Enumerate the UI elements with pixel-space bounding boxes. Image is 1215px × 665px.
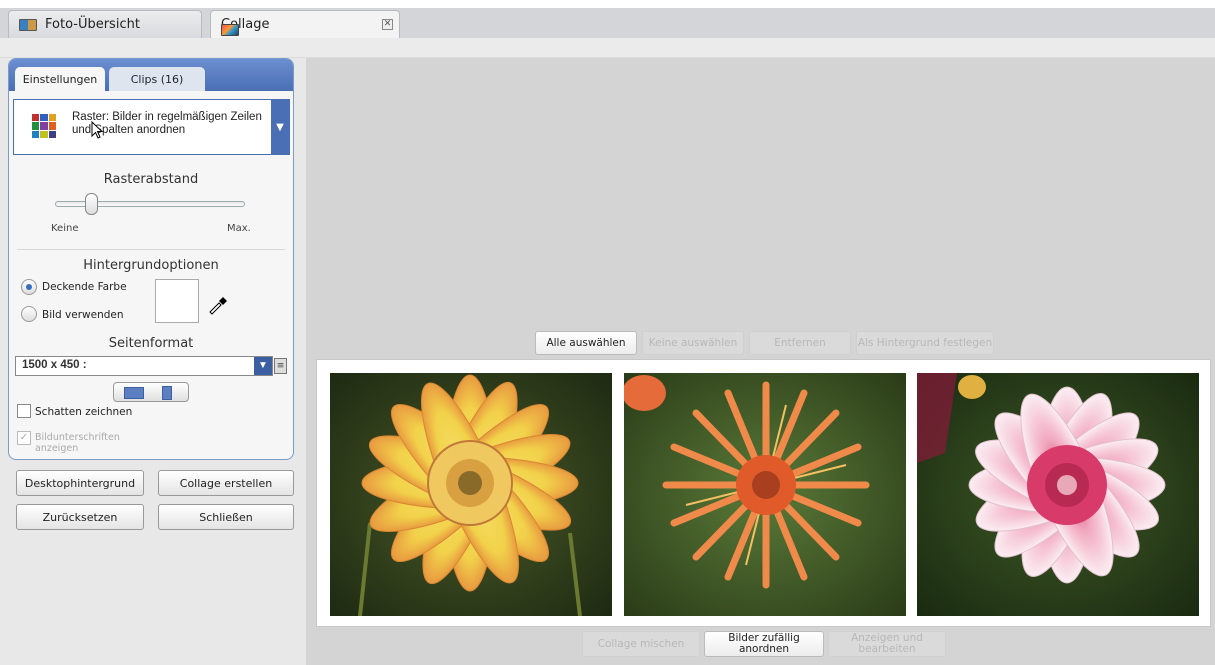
radio-solid-color[interactable]: [21, 279, 37, 295]
close-button[interactable]: Schließen: [158, 504, 294, 530]
radio-solid-color-label: Deckende Farbe: [42, 281, 127, 293]
tab-photo-overview-label: Foto-Übersicht: [45, 17, 140, 32]
document-tab-strip: Foto-Übersicht Collage ✕: [0, 0, 1215, 38]
captions-checkbox[interactable]: ✓: [17, 431, 31, 445]
shadow-checkbox-label: Schatten zeichnen: [35, 406, 133, 418]
create-collage-button[interactable]: Collage erstellen: [158, 470, 294, 496]
chevron-down-icon[interactable]: ▼: [271, 100, 289, 154]
collage-photo-yellow-dahlia[interactable]: [330, 373, 612, 616]
set-background-button[interactable]: Als Hintergrund festlegen: [856, 331, 994, 355]
page-format-dropdown[interactable]: 1500 x 450 : ▼: [15, 356, 273, 376]
tab-collage[interactable]: Collage ✕: [210, 10, 400, 38]
spacing-title: Rasterabstand: [103, 172, 199, 187]
view-edit-button[interactable]: Anzeigen und bearbeiten: [828, 631, 946, 657]
close-icon[interactable]: ✕: [382, 19, 393, 30]
captions-checkbox-label: Bildunterschriften anzeigen: [35, 432, 120, 454]
portrait-icon[interactable]: [162, 386, 172, 400]
background-color-swatch[interactable]: [155, 279, 199, 323]
shuffle-collage-button[interactable]: Collage mischen: [582, 631, 700, 657]
settings-panel: Einstellungen Clips (16) Raster: Bilder …: [8, 58, 294, 460]
eyedropper-icon[interactable]: [207, 295, 229, 315]
spacing-slider-thumb[interactable]: [85, 193, 98, 215]
landscape-icon[interactable]: [124, 387, 144, 399]
spacing-slider-track[interactable]: [55, 201, 245, 207]
page-format-value: 1500 x 450 :: [22, 359, 87, 371]
select-all-button[interactable]: Alle auswählen: [535, 331, 637, 355]
panel-tab-header: Einstellungen Clips (16): [9, 59, 293, 91]
remove-button[interactable]: Entfernen: [749, 331, 851, 355]
desktop-background-button[interactable]: Desktophintergrund: [16, 470, 144, 496]
tab-clips[interactable]: Clips (16): [109, 67, 205, 91]
orientation-toggle[interactable]: [113, 382, 189, 402]
sub-toolbar: [0, 38, 1215, 58]
photo-overview-icon: [19, 18, 37, 31]
select-none-button[interactable]: Keine auswählen: [642, 331, 744, 355]
radio-use-image-label: Bild verwenden: [42, 309, 124, 321]
collage-icon: [221, 24, 239, 36]
collage-photo-pink-dahlia[interactable]: [917, 373, 1199, 616]
grid-layout-icon: [32, 114, 56, 138]
collage-canvas: [316, 359, 1211, 627]
layout-dropdown[interactable]: Raster: Bilder in regelmäßigen Zeilen un…: [13, 99, 290, 155]
chevron-down-icon[interactable]: ▼: [254, 357, 272, 375]
format-title: Seitenformat: [108, 336, 194, 351]
tab-settings[interactable]: Einstellungen: [15, 67, 105, 91]
spacing-max-label: Max.: [227, 223, 251, 234]
tab-photo-overview[interactable]: Foto-Übersicht: [8, 10, 202, 38]
reset-button[interactable]: Zurücksetzen: [16, 504, 144, 530]
collage-photo-orange-dahlia[interactable]: [624, 373, 906, 616]
radio-use-image[interactable]: [21, 306, 37, 322]
delete-format-icon[interactable]: ≡: [274, 358, 287, 374]
mouse-cursor-icon: [91, 121, 103, 139]
background-title: Hintergrundoptionen: [83, 258, 219, 273]
spacing-min-label: Keine: [51, 223, 79, 234]
random-arrange-button[interactable]: Bilder zufällig anordnen: [704, 631, 824, 657]
section-divider: [17, 249, 285, 250]
shadow-checkbox[interactable]: [17, 404, 31, 418]
